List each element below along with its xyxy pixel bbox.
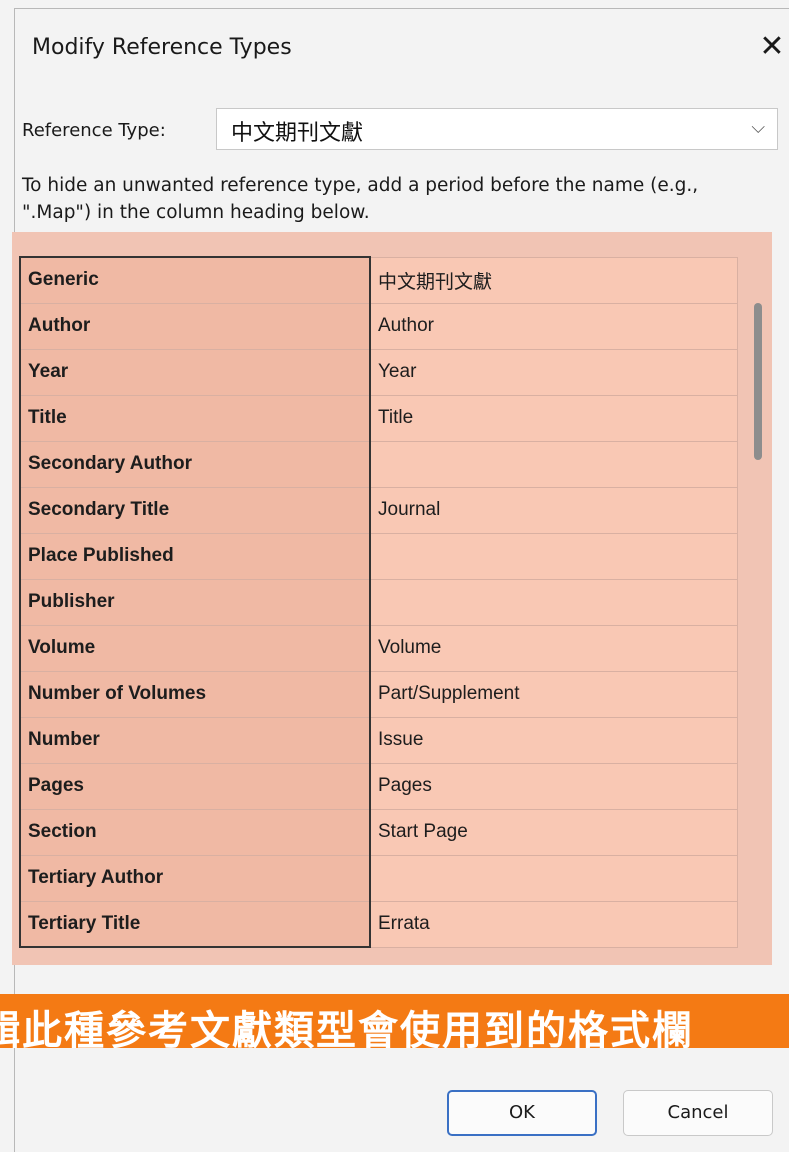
grid-field-value[interactable]: Author (369, 302, 738, 350)
grid-field-name[interactable]: Pages (19, 762, 371, 810)
grid-field-name[interactable]: Tertiary Title (19, 900, 371, 948)
grid-field-value[interactable]: Pages (369, 762, 738, 810)
grid-field-value[interactable]: Errata (369, 900, 738, 948)
grid-row: Volume Volume (19, 624, 738, 672)
grid-field-name[interactable]: Number of Volumes (19, 670, 371, 718)
dialog-title: Modify Reference Types (32, 35, 292, 60)
grid-field-name[interactable]: Secondary Title (19, 486, 371, 534)
grid-field-name[interactable]: Section (19, 808, 371, 856)
grid-row: Place Published (19, 532, 738, 580)
close-icon[interactable]: ✕ (755, 27, 789, 67)
chevron-down-icon: ⌵ (751, 117, 765, 138)
grid-row: Number of Volumes Part/Supplement (19, 670, 738, 718)
grid-field-value[interactable] (369, 854, 738, 902)
grid-field-name[interactable]: Author (19, 302, 371, 350)
grid-field-name[interactable]: Title (19, 394, 371, 442)
grid-field-name[interactable]: Number (19, 716, 371, 764)
reference-type-dropdown[interactable]: 中文期刊文獻 ⌵ (216, 108, 778, 150)
grid-row: Tertiary Title Errata (19, 900, 738, 948)
grid-field-value[interactable] (369, 532, 738, 580)
grid-row: Year Year (19, 348, 738, 396)
grid-field-value[interactable]: 中文期刊文獻 (369, 256, 738, 304)
grid-field-value[interactable]: Issue (369, 716, 738, 764)
cancel-button[interactable]: Cancel (623, 1090, 773, 1136)
ok-button[interactable]: OK (447, 1090, 597, 1136)
grid-field-value[interactable] (369, 440, 738, 488)
grid-field-value[interactable]: Volume (369, 624, 738, 672)
grid-row: Generic 中文期刊文獻 (19, 256, 738, 304)
grid-field-name[interactable]: Publisher (19, 578, 371, 626)
grid-field-name[interactable]: Tertiary Author (19, 854, 371, 902)
grid-row: Section Start Page (19, 808, 738, 856)
grid-field-value[interactable] (369, 578, 738, 626)
grid-row: Secondary Author (19, 440, 738, 488)
caption-banner-text: 輯此種參考文獻類型會使用到的格式欄 (0, 1008, 694, 1048)
grid-row: Secondary Title Journal (19, 486, 738, 534)
grid-field-name[interactable]: Secondary Author (19, 440, 371, 488)
grid-row: Author Author (19, 302, 738, 350)
grid-scrollbar-thumb[interactable] (754, 303, 762, 460)
caption-banner: 輯此種參考文獻類型會使用到的格式欄 (0, 994, 789, 1048)
grid-field-value[interactable]: Journal (369, 486, 738, 534)
grid-row: Number Issue (19, 716, 738, 764)
grid-field-name[interactable]: Place Published (19, 532, 371, 580)
grid-field-name[interactable]: Year (19, 348, 371, 396)
grid-field-value[interactable]: Title (369, 394, 738, 442)
grid-field-value[interactable]: Start Page (369, 808, 738, 856)
reference-type-selected-value: 中文期刊文獻 (231, 121, 364, 146)
reference-type-label: Reference Type: (22, 120, 166, 141)
grid-row: Pages Pages (19, 762, 738, 810)
instructions-text: To hide an unwanted reference type, add … (22, 175, 699, 223)
grid-row: Tertiary Author (19, 854, 738, 902)
grid-field-name[interactable]: Volume (19, 624, 371, 672)
grid-row: Title Title (19, 394, 738, 442)
field-grid: Generic 中文期刊文獻 Author Author Year Year Title Ti… (19, 256, 738, 948)
grid-field-value[interactable]: Part/Supplement (369, 670, 738, 718)
title-bar: Modify Reference Types ✕ (15, 9, 789, 79)
grid-field-value[interactable]: Year (369, 348, 738, 396)
grid-row: Publisher (19, 578, 738, 626)
field-grid-panel: Generic 中文期刊文獻 Author Author Year Year Title Ti… (12, 232, 772, 965)
grid-field-name[interactable]: Generic (19, 256, 371, 304)
